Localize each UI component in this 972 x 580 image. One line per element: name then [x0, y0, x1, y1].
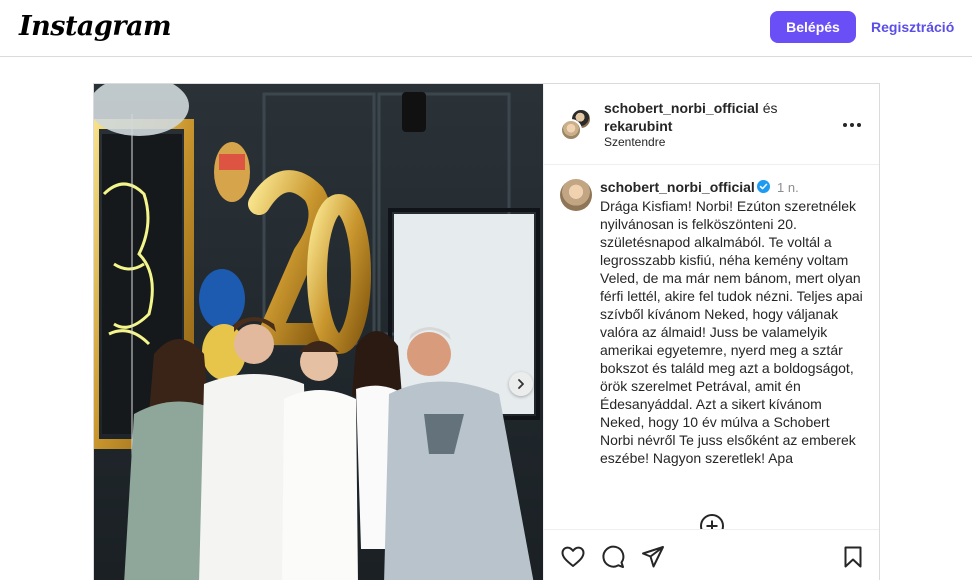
bookmark-icon — [844, 546, 862, 568]
instagram-logo[interactable]: Instagram — [19, 11, 172, 42]
chevron-right-icon — [518, 379, 524, 389]
owner-username-primary[interactable]: schobert_norbi_official — [604, 100, 759, 116]
owner-username-secondary[interactable]: rekarubint — [604, 118, 672, 134]
caption-username[interactable]: schobert_norbi_official — [600, 179, 755, 195]
heart-icon — [561, 546, 585, 567]
collab-avatars[interactable] — [560, 108, 594, 142]
post-header: schobert_norbi_official és rekarubint Sz… — [544, 84, 879, 165]
save-button[interactable] — [840, 544, 866, 570]
comment-button[interactable] — [600, 544, 626, 570]
caption-text: Drága Kisfiam! Norbi! Ezúton szeretnélek… — [600, 198, 863, 466]
post-timestamp[interactable]: 1 n. — [777, 180, 799, 195]
avatar[interactable] — [560, 179, 592, 211]
more-options-icon-dot — [850, 123, 854, 127]
comment-icon — [602, 545, 625, 568]
checkmark-icon — [759, 183, 768, 190]
verified-badge-icon — [757, 180, 770, 193]
post-card: schobert_norbi_official és rekarubint Sz… — [93, 83, 880, 580]
send-icon — [642, 546, 664, 568]
login-button[interactable]: Belépés — [770, 11, 856, 43]
owner-conjunction: és — [762, 100, 778, 116]
post-side-panel: schobert_norbi_official és rekarubint Sz… — [543, 84, 879, 580]
like-button[interactable] — [560, 544, 586, 570]
caption-section: schobert_norbi_official 1 n. Drága Kisfi… — [544, 165, 879, 529]
share-button[interactable] — [640, 544, 666, 570]
avatar — [560, 119, 582, 141]
post-location[interactable]: Szentendre — [604, 135, 665, 149]
post-actions-bar — [544, 529, 879, 580]
more-options-icon — [843, 123, 847, 127]
post-owners: schobert_norbi_official és rekarubint — [604, 99, 778, 135]
more-options-icon-dot — [857, 123, 861, 127]
post-photo[interactable] — [94, 84, 543, 580]
top-navigation-bar: Instagram Belépés Regisztráció — [0, 0, 972, 57]
party-photo-illustration — [94, 84, 543, 580]
more-options-button[interactable] — [840, 113, 864, 137]
register-link[interactable]: Regisztráció — [871, 19, 954, 35]
next-image-button[interactable] — [509, 372, 533, 396]
